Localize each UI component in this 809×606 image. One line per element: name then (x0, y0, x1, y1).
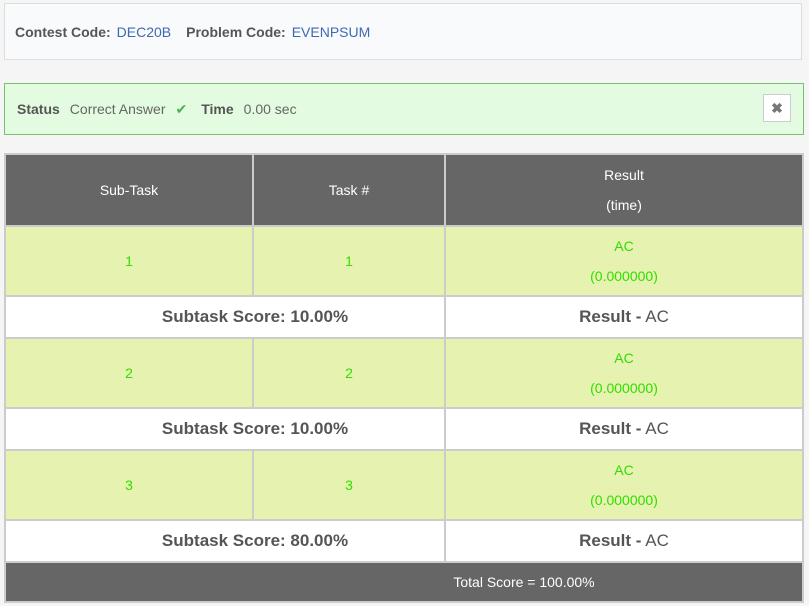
task-cell: 1 (252, 225, 446, 297)
problem-header: Contest Code: DEC20B Problem Code: EVENP… (4, 3, 802, 60)
result-cell: AC (0.000000) (444, 225, 804, 297)
problem-code-link[interactable]: EVENPSUM (292, 24, 371, 40)
contest-code-label: Contest Code: (15, 23, 111, 40)
header-task: Task # (252, 153, 446, 227)
check-icon: ✔ (175, 100, 188, 117)
close-button[interactable]: ✖ (763, 94, 791, 122)
status-value: Correct Answer (69, 101, 166, 117)
contest-code-link[interactable]: DEC20B (117, 24, 171, 40)
result-cell: AC (0.000000) (444, 337, 804, 409)
result-cell: AC (0.000000) (444, 449, 804, 521)
subtask-score: Subtask Score: 80.00% (4, 519, 446, 563)
subtask-score: Subtask Score: 10.00% (4, 295, 446, 339)
subtask-score-row: Subtask Score: 80.00% Result - AC (4, 519, 804, 563)
total-score: Total Score = 100.00% (4, 561, 804, 603)
task-cell: 3 (252, 449, 446, 521)
task-row: 1 1 AC (0.000000) (4, 225, 804, 297)
header-subtask: Sub-Task (4, 153, 254, 227)
subtask-result: Result - AC (444, 519, 804, 563)
close-icon: ✖ (771, 99, 783, 116)
time-value: 0.00 sec (243, 101, 297, 117)
subtask-cell: 2 (4, 337, 254, 409)
status-label: Status (17, 101, 60, 117)
task-row: 3 3 AC (0.000000) (4, 449, 804, 521)
status-banner: Status Correct Answer ✔ Time 0.00 sec ✖ (4, 83, 804, 135)
time-label: Time (201, 101, 234, 117)
task-row: 2 2 AC (0.000000) (4, 337, 804, 409)
task-cell: 2 (252, 337, 446, 409)
subtask-results-table: Sub-Task Task # Result (time) 1 1 AC (0.00… (4, 153, 804, 603)
subtask-result: Result - AC (444, 295, 804, 339)
subtask-result: Result - AC (444, 407, 804, 451)
subtask-cell: 1 (4, 225, 254, 297)
subtask-cell: 3 (4, 449, 254, 521)
header-result: Result (time) (444, 153, 804, 227)
subtask-score-row: Subtask Score: 10.00% Result - AC (4, 407, 804, 451)
subtask-score-row: Subtask Score: 10.00% Result - AC (4, 295, 804, 339)
problem-code-label: Problem Code: (186, 23, 286, 40)
subtask-score: Subtask Score: 10.00% (4, 407, 446, 451)
